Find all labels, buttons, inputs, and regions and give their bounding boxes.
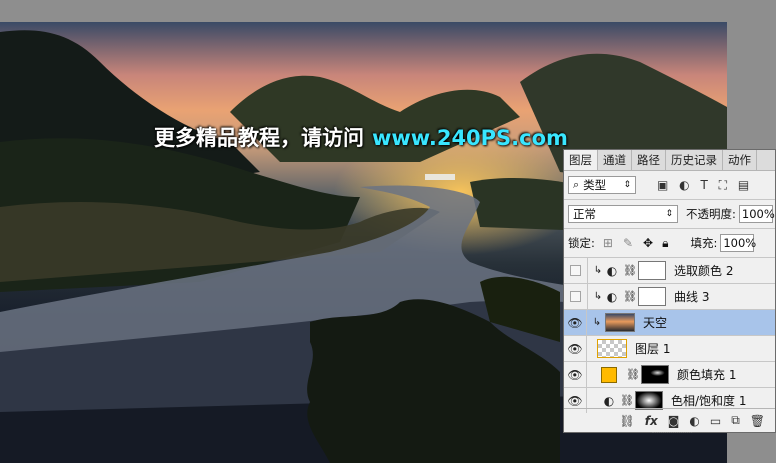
new-adjustment-icon[interactable]: ◐	[689, 414, 699, 428]
resize-grip[interactable]	[652, 432, 692, 436]
divider	[586, 310, 587, 335]
opacity-label: 不透明度:	[686, 207, 736, 221]
fill-field[interactable]: 100%	[720, 234, 757, 252]
add-mask-icon[interactable]: ◙	[668, 414, 680, 428]
eye-icon[interactable]: 👁︎	[564, 342, 586, 356]
visibility-toggle[interactable]	[570, 265, 581, 276]
fill-color-swatch[interactable]	[601, 366, 617, 383]
divider	[587, 258, 588, 283]
tab-history[interactable]: 历史记录	[666, 150, 723, 170]
trash-icon[interactable]: 🗑︎	[750, 414, 765, 428]
new-group-icon[interactable]: ▭	[710, 414, 721, 428]
smartobject-filter-icon[interactable]: ▤	[738, 178, 749, 192]
panel-bottom-bar: ⛓ fx ◙ ◐ ▭ ⧉ 🗑︎	[564, 408, 775, 433]
fx-icon[interactable]: fx	[645, 414, 658, 428]
chevron-updown-icon: ⇕	[665, 209, 673, 219]
lock-transparent-icon[interactable]: ⊞	[603, 236, 613, 250]
clip-arrow-icon: ↳	[593, 265, 603, 276]
filter-icons: ▣ ◐ T ⛶ ▤	[650, 178, 749, 193]
lock-all-icon[interactable]: 🔒︎	[662, 236, 668, 251]
adjustment-filter-icon[interactable]: ◐	[679, 178, 689, 192]
fill-label: 填充:	[690, 236, 718, 250]
filter-row: ⌕ 类型 ⇕ ▣ ◐ T ⛶ ▤	[564, 171, 775, 199]
tab-actions[interactable]: 动作	[723, 150, 757, 170]
blend-row: 正常 ⇕ 不透明度: 100%	[564, 199, 775, 228]
eye-icon[interactable]: 👁︎	[564, 368, 586, 382]
tab-paths[interactable]: 路径	[632, 150, 666, 170]
layer-thumbnail[interactable]	[597, 339, 627, 358]
watermark-url: www.240PS.com	[372, 126, 568, 150]
layer-row[interactable]: ↳ ◐ ⛓ 选取颜色 2	[564, 257, 775, 283]
layer-row[interactable]: 👁︎ ↳ 天空	[564, 309, 775, 335]
tab-layers[interactable]: 图层	[564, 150, 598, 170]
layer-name[interactable]: 图层 1	[635, 340, 670, 357]
adjustment-icon: ◐	[603, 393, 615, 408]
link-icon[interactable]: ⛓	[623, 290, 637, 303]
type-filter-icon[interactable]: T	[700, 178, 707, 192]
watermark-text: 更多精品教程，请访问	[154, 126, 364, 150]
blend-mode-value: 正常	[573, 207, 596, 221]
opacity-field[interactable]: 100%	[738, 205, 775, 223]
panel-tabs: 图层 通道 路径 历史记录 动作	[564, 150, 775, 171]
adjustment-icon: ◐	[606, 289, 618, 304]
link-icon[interactable]: ⛓	[623, 264, 637, 277]
adjustment-icon: ◐	[606, 263, 618, 278]
layer-name[interactable]: 颜色填充 1	[677, 366, 736, 383]
link-layers-icon[interactable]: ⛓	[620, 414, 635, 428]
blend-mode-select[interactable]: 正常 ⇕	[568, 205, 678, 223]
layers-panel: 图层 通道 路径 历史记录 动作 ⌕ 类型 ⇕ ▣ ◐ T ⛶ ▤ 正常 ⇕ 不…	[563, 149, 776, 433]
layer-filter-select[interactable]: ⌕ 类型 ⇕	[568, 176, 636, 194]
lock-label: 锁定:	[568, 236, 595, 250]
layer-name[interactable]: 曲线 3	[674, 288, 709, 305]
eye-icon[interactable]: 👁︎	[564, 394, 586, 408]
layer-row[interactable]: 👁︎ ⛓ 颜色填充 1	[564, 361, 775, 387]
layer-row[interactable]: ↳ ◐ ⛓ 曲线 3	[564, 283, 775, 309]
divider	[587, 284, 588, 309]
clip-arrow-icon: ↳	[593, 291, 603, 302]
visibility-toggle[interactable]	[570, 291, 581, 302]
lock-image-icon[interactable]: ✎	[623, 236, 633, 250]
opacity-value: 100%	[741, 207, 775, 221]
eye-icon[interactable]: 👁︎	[564, 316, 586, 330]
lock-position-icon[interactable]: ✥	[643, 236, 653, 250]
layer-mask-thumbnail[interactable]	[638, 287, 666, 306]
link-icon[interactable]: ⛓	[626, 368, 640, 381]
shape-filter-icon[interactable]: ⛶	[719, 178, 727, 192]
layer-mask-thumbnail[interactable]	[641, 365, 669, 384]
clip-arrow-icon: ↳	[592, 317, 602, 328]
layer-name[interactable]: 选取颜色 2	[674, 262, 733, 279]
layer-filter-value: 类型	[583, 178, 607, 192]
layer-name[interactable]: 天空	[643, 314, 667, 331]
new-layer-icon[interactable]: ⧉	[731, 413, 740, 428]
tab-channels[interactable]: 通道	[598, 150, 632, 170]
layer-row[interactable]: 👁︎ 图层 1	[564, 335, 775, 361]
divider	[586, 336, 587, 361]
watermark: 更多精品教程，请访问 www.240PS.com	[154, 122, 568, 152]
lock-row: 锁定: ⊞ ✎ ✥ 🔒︎ 填充: 100%	[564, 228, 775, 257]
divider	[586, 362, 587, 387]
chevron-updown-icon: ⇕	[623, 180, 631, 190]
layer-name[interactable]: 色相/饱和度 1	[671, 392, 747, 409]
layer-mask-thumbnail[interactable]	[638, 261, 666, 280]
fill-value: 100%	[723, 236, 757, 250]
link-icon[interactable]: ⛓	[620, 394, 634, 407]
smart-object-thumbnail[interactable]	[605, 313, 635, 332]
search-icon: ⌕	[573, 178, 580, 191]
image-filter-icon[interactable]: ▣	[657, 178, 668, 192]
